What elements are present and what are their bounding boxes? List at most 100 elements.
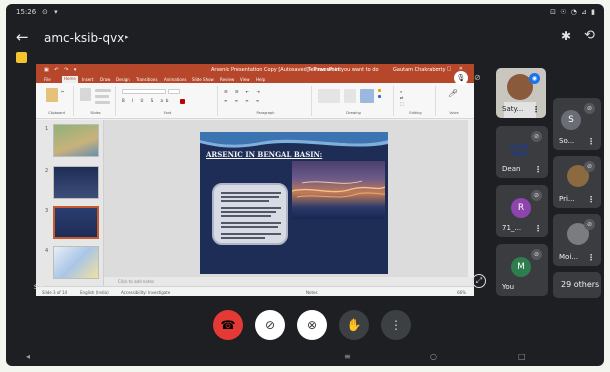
slide-wave-decoration — [200, 132, 388, 148]
bullet-text-box — [212, 183, 288, 245]
font-name-box[interactable] — [122, 89, 166, 94]
ribbon-group-voice: 🎤︎ Voice — [448, 89, 459, 115]
slide-thumbnail[interactable] — [53, 246, 99, 279]
more-icon[interactable]: ⋮ — [587, 253, 595, 262]
ribbon-group-paragraph: ☰ ☰ ⇤ ⇥ ≡ ≡ ≡ ≡ Paragraph — [220, 86, 312, 116]
ribbon-group-font: B I U S ab Font — [118, 86, 218, 116]
system-icons: ⊡ ☉ ◔ ⊿ ▮ — [550, 8, 596, 16]
tab-draw[interactable]: Draw — [100, 77, 110, 82]
new-slide-icon[interactable] — [80, 88, 91, 101]
participant-tile[interactable]: R ⊘ 71_... ⋮ — [496, 185, 548, 237]
font-size-box[interactable] — [168, 89, 180, 94]
select-icon[interactable]: ⬚ — [400, 101, 404, 106]
participant-tile[interactable]: S ⊘ So... ⋮ — [553, 98, 601, 150]
vertical-scrollbar[interactable] — [468, 120, 474, 286]
tab-insert[interactable]: Insert — [82, 77, 93, 82]
bluetooth-icon[interactable]: ✱ — [561, 29, 571, 43]
nav-home-icon[interactable]: ○ — [430, 352, 437, 361]
clock: 15:26 — [16, 8, 37, 16]
tab-transitions[interactable]: Transitions — [136, 77, 157, 82]
shapes-gallery[interactable] — [318, 89, 340, 103]
others-count: 29 others — [561, 280, 600, 289]
android-nav-bar: ◂ ≡ ○ □ — [6, 348, 604, 366]
fullscreen-icon[interactable]: ⤢ — [472, 274, 486, 288]
accessibility-check[interactable]: Accessibility: Investigate — [121, 290, 170, 295]
slide-thumbnail[interactable] — [53, 166, 99, 199]
tab-view[interactable]: View — [240, 77, 250, 82]
avatar: S — [561, 110, 581, 130]
participant-tile[interactable]: ◉ Saty... ⋮ — [496, 68, 546, 118]
muted-icon: ⊘ — [531, 190, 542, 201]
arrange-icon[interactable] — [344, 89, 356, 103]
tab-design[interactable]: Design — [116, 77, 130, 82]
meeting-code[interactable]: amc-ksib-qvx — [44, 31, 124, 45]
ribbon-tabs: File Home Insert Draw Design Transitions… — [36, 75, 474, 83]
zoom-level[interactable]: 66% — [457, 290, 466, 295]
presenter-mic-icon: 🎙︎ — [454, 71, 468, 85]
shape-fill-icon[interactable] — [378, 89, 381, 92]
ribbon-group-clipboard: ✂ Clipboard — [40, 86, 74, 116]
end-call-icon: ☎ — [220, 318, 236, 332]
tab-home[interactable]: Home — [62, 76, 78, 83]
raise-hand-button[interactable]: ✋ — [339, 310, 369, 340]
more-icon[interactable]: ⋮ — [587, 137, 595, 146]
participant-tile-self[interactable]: M ⊘ You — [496, 244, 548, 296]
participant-tile[interactable]: DEAN R&D ⊘ Dean ⋮ — [496, 126, 548, 178]
nav-back-icon[interactable]: ◂ — [26, 352, 30, 361]
chevron-right-icon[interactable]: ▸ — [125, 33, 129, 41]
end-call-button[interactable]: ☎ — [213, 310, 243, 340]
mic-toggle-button[interactable]: ⊗ — [297, 310, 327, 340]
quick-access-icons[interactable]: ▣ ↶ ↷ ▾ — [44, 67, 78, 73]
participant-tile[interactable]: ⊘ Pri... ⋮ — [553, 156, 601, 208]
muted-icon: ⊘ — [531, 249, 542, 260]
notification-icons: ⊙ ▾ — [42, 8, 60, 16]
back-arrow-icon[interactable]: ← — [16, 28, 29, 46]
font-format-icons[interactable]: B I U S ab — [122, 98, 171, 103]
ribbon-group-editing: ⌕ ⇄ ⬚ Editing — [396, 86, 436, 116]
more-icon[interactable]: ⋮ — [534, 165, 542, 174]
replace-icon[interactable]: ⇄ — [400, 95, 403, 100]
others-tile[interactable]: 29 others — [553, 272, 601, 298]
quick-styles-icon[interactable] — [360, 89, 374, 103]
shape-outline-icon[interactable] — [378, 95, 381, 98]
camera-off-icon: ⊘ — [264, 318, 276, 332]
tab-file[interactable]: File — [44, 77, 51, 82]
align-icons[interactable]: ≡ ≡ ≡ ≡ — [224, 98, 262, 103]
dictate-icon[interactable]: 🎤︎ — [448, 89, 458, 98]
notes-pane[interactable]: Click to add notes — [104, 277, 474, 286]
device-screen: 15:26 ⊙ ▾ ⊡ ☉ ◔ ⊿ ▮ ← amc-ksib-qvx ▸ ✱ ⟲… — [6, 4, 604, 366]
hand-icon: ✋ — [346, 318, 362, 332]
tab-animations[interactable]: Animations — [164, 77, 186, 82]
speaking-icon: ◉ — [529, 73, 540, 84]
nav-recents-icon[interactable]: □ — [518, 352, 526, 361]
switch-camera-icon[interactable]: ⟲ — [584, 28, 595, 43]
paste-icon[interactable] — [46, 88, 58, 102]
mic-off-icon: ⊗ — [306, 318, 318, 332]
shared-screen: ▣ ↶ ↷ ▾ Arsenic Presentation Copy [Autos… — [36, 64, 474, 296]
more-vert-icon: ⋮ — [390, 318, 402, 332]
camera-toggle-button[interactable]: ⊘ — [255, 310, 285, 340]
font-color-icon[interactable] — [180, 99, 185, 104]
notes-toggle[interactable]: Notes — [306, 290, 318, 295]
more-icon[interactable]: ⋮ — [532, 105, 540, 114]
avatar: M — [511, 257, 531, 277]
ribbon-group-slides: Slides — [76, 86, 116, 116]
tab-slide-show[interactable]: Slide Show — [192, 77, 214, 82]
presentation-badge-icon — [16, 52, 27, 63]
more-icon[interactable]: ⋮ — [587, 195, 595, 204]
current-slide[interactable]: ARSENIC IN BENGAL BASIN: — [200, 132, 388, 274]
tell-me-search[interactable]: Tell me what you want to do — [308, 67, 379, 73]
slide-thumbnail-selected[interactable] — [53, 206, 99, 239]
find-icon[interactable]: ⌕ — [400, 89, 402, 94]
more-icon[interactable]: ⋮ — [534, 224, 542, 233]
list-icons[interactable]: ☰ ☰ ⇤ ⇥ — [224, 89, 263, 94]
powerpoint-status-bar: Slide 3 of 14 English (India) Accessibil… — [36, 286, 474, 296]
slide-thumbnail[interactable] — [53, 124, 99, 157]
tab-review[interactable]: Review — [220, 77, 234, 82]
tab-help[interactable]: Help — [256, 77, 265, 82]
powerpoint-titlebar: ▣ ↶ ↷ ▾ Arsenic Presentation Copy [Autos… — [36, 64, 474, 75]
nav-menu-icon[interactable]: ≡ — [344, 352, 351, 361]
muted-icon: ⊘ — [584, 219, 595, 230]
more-options-button[interactable]: ⋮ — [381, 310, 411, 340]
participant-tile[interactable]: ⊘ Moi... ⋮ — [553, 214, 601, 266]
